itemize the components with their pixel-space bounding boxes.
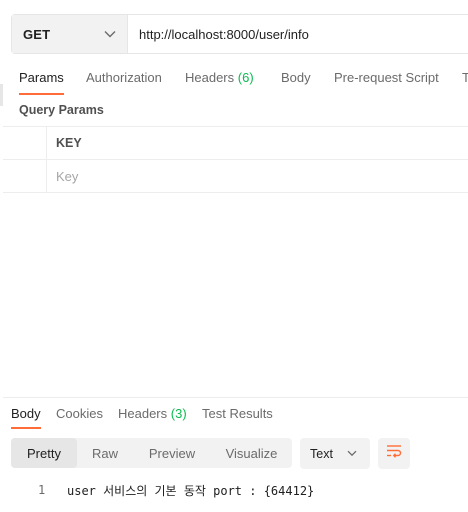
params-header-row: KEY xyxy=(3,127,468,160)
response-tab-body[interactable]: Body xyxy=(11,406,41,429)
param-key-input[interactable] xyxy=(56,168,356,184)
params-key-cell xyxy=(47,160,356,192)
tab-body-label: Body xyxy=(281,70,311,85)
response-tabs: Body Cookies Headers (3) Test Results xyxy=(0,403,468,429)
panel-edge xyxy=(0,84,3,106)
headers-count-badge: (6) xyxy=(237,70,254,85)
chevron-down-icon xyxy=(103,27,117,41)
response-tab-test-results-label: Test Results xyxy=(202,406,273,421)
view-mode-selector: Pretty Raw Preview Visualize xyxy=(11,438,292,468)
response-divider[interactable] xyxy=(3,397,468,398)
request-tabs: Params Authorization Headers (6) Body Pr… xyxy=(0,64,468,95)
tab-pre-request-script-label: Pre-request Script xyxy=(334,70,439,85)
tab-tests[interactable]: T xyxy=(462,70,468,94)
params-row-checkbox[interactable] xyxy=(3,160,47,192)
chevron-down-icon xyxy=(345,447,359,461)
format-select[interactable]: Text xyxy=(300,438,370,469)
tab-params[interactable]: Params xyxy=(19,70,64,95)
wrap-lines-button[interactable] xyxy=(378,438,410,469)
view-preview-button[interactable]: Preview xyxy=(133,438,211,468)
response-body-line: 1 user 서비스의 기본 동작 port : {64412} xyxy=(0,480,468,500)
url-input[interactable] xyxy=(128,15,468,53)
format-label: Text xyxy=(310,446,333,461)
tab-pre-request-script[interactable]: Pre-request Script xyxy=(334,70,439,94)
tab-params-label: Params xyxy=(19,70,64,85)
tab-authorization-label: Authorization xyxy=(86,70,162,85)
request-bar: GET xyxy=(11,14,468,54)
query-params-title: Query Params xyxy=(19,103,104,117)
view-raw-button[interactable]: Raw xyxy=(77,438,133,468)
response-tab-test-results[interactable]: Test Results xyxy=(202,406,273,427)
query-params-table: KEY xyxy=(3,126,468,193)
tab-authorization[interactable]: Authorization xyxy=(86,70,162,94)
view-visualize-button[interactable]: Visualize xyxy=(211,438,292,468)
params-row xyxy=(3,160,468,193)
method-label: GET xyxy=(23,26,51,42)
tab-headers-label: Headers xyxy=(185,70,235,85)
tab-body[interactable]: Body xyxy=(281,70,311,94)
tab-tests-label: T xyxy=(462,70,468,85)
response-tab-headers-label: Headers xyxy=(118,406,168,421)
response-body-text: user 서비스의 기본 동작 port : {64412} xyxy=(67,483,315,498)
response-tab-headers[interactable]: Headers (3) xyxy=(118,406,187,427)
response-tab-cookies-label: Cookies xyxy=(56,406,103,421)
wrap-lines-icon xyxy=(386,444,402,463)
response-headers-count-badge: (3) xyxy=(170,406,187,421)
params-checkbox-column xyxy=(3,127,47,159)
key-column-header: KEY xyxy=(56,136,82,150)
line-number: 1 xyxy=(38,483,46,497)
view-pretty-button[interactable]: Pretty xyxy=(11,438,77,468)
tab-headers[interactable]: Headers (6) xyxy=(185,70,254,94)
response-tab-body-label: Body xyxy=(11,406,41,421)
response-tab-cookies[interactable]: Cookies xyxy=(56,406,103,427)
method-select[interactable]: GET xyxy=(12,15,128,53)
